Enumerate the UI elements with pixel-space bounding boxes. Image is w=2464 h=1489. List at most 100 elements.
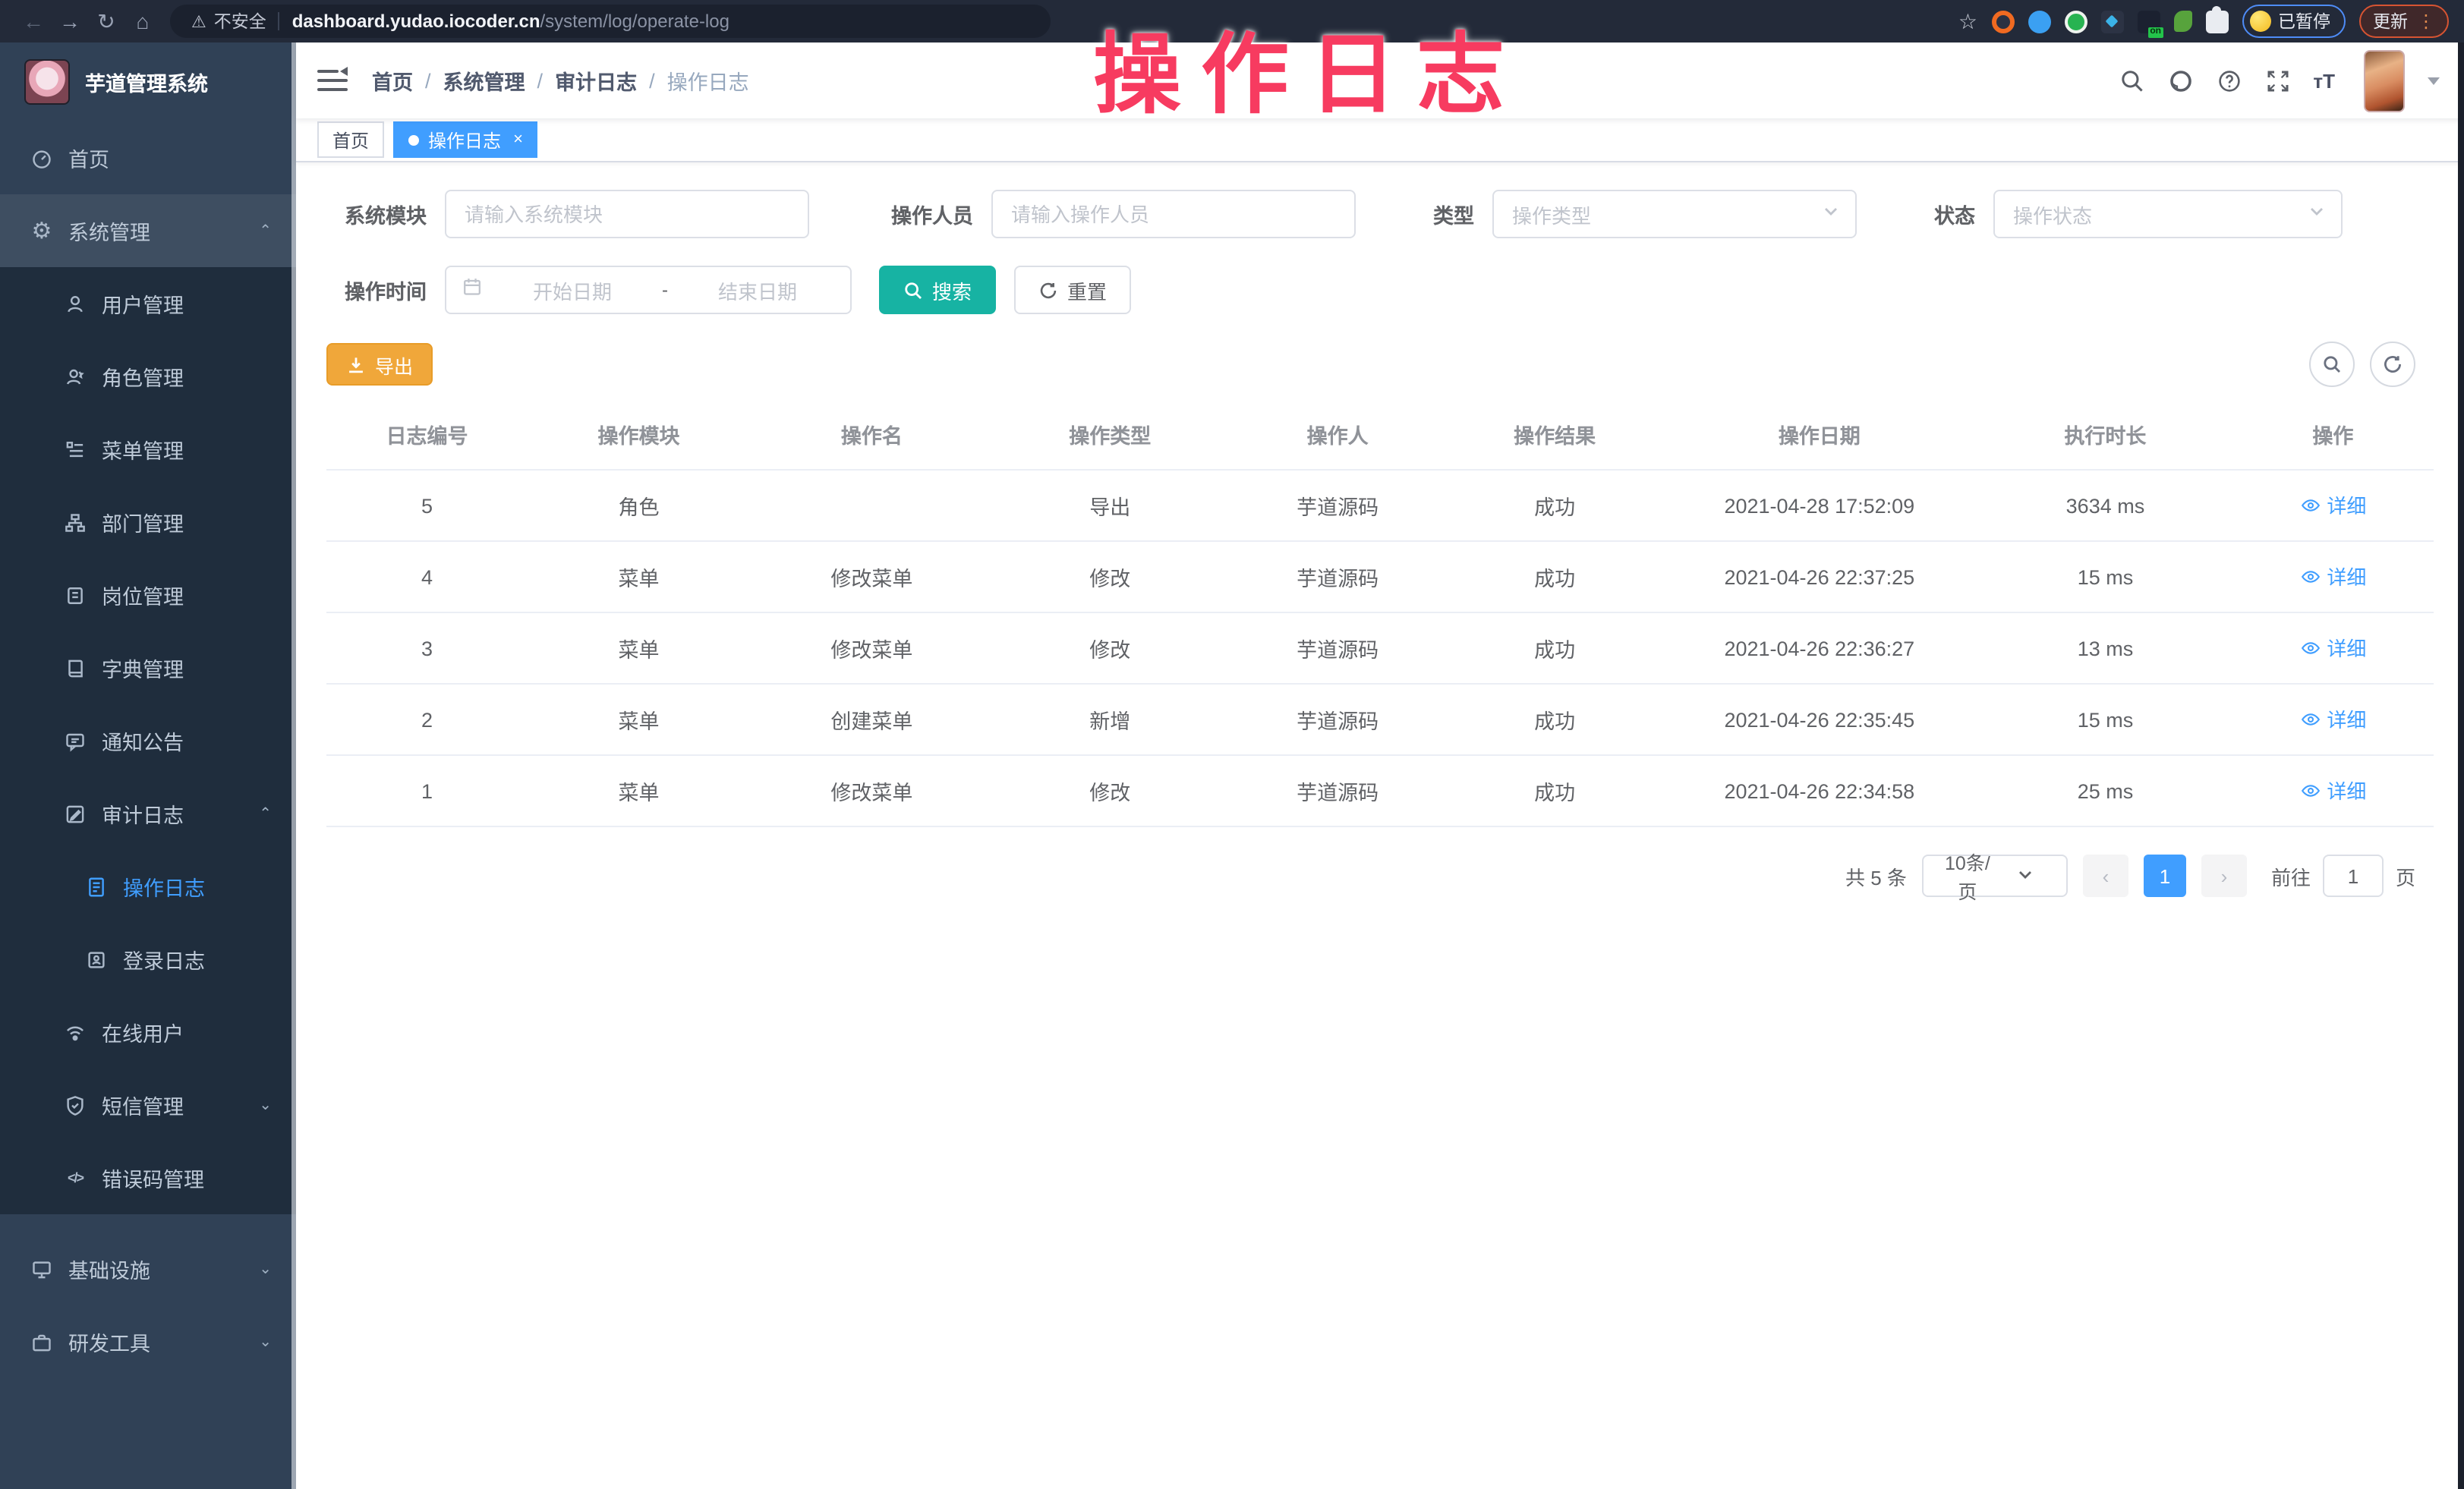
extension-icon-green[interactable]: [2064, 10, 2087, 33]
type-select-placeholder: 操作类型: [1512, 200, 1822, 228]
detail-link[interactable]: 详细: [2299, 562, 2366, 591]
refresh-icon-button[interactable]: [2370, 342, 2415, 387]
start-date-placeholder[interactable]: 开始日期: [495, 275, 650, 304]
sidebar-item-system-mgmt[interactable]: ⚙ 系统管理 ⌃: [0, 194, 296, 267]
detail-link[interactable]: 详细: [2299, 776, 2366, 805]
browser-reload-icon[interactable]: ↻: [88, 8, 124, 34]
sidebar-item-label: 短信管理: [102, 1090, 184, 1120]
sidebar-item-label: 研发工具: [68, 1327, 150, 1357]
extensions-puzzle-icon[interactable]: [2205, 10, 2228, 33]
sidebar-item-home[interactable]: 首页: [0, 121, 296, 194]
chevron-down-icon: [1822, 200, 1840, 228]
sidebar-item-user-mgmt[interactable]: 用户管理: [0, 267, 296, 340]
fullscreen-icon[interactable]: [2264, 68, 2290, 93]
bookmark-star-icon[interactable]: ☆: [1958, 8, 1977, 34]
tag-home[interactable]: 首页: [317, 121, 384, 158]
end-date-placeholder[interactable]: 结束日期: [680, 275, 835, 304]
sidebar-item-infrastructure[interactable]: 基础设施 ⌄: [0, 1232, 296, 1305]
profile-paused-chip[interactable]: 已暂停: [2242, 5, 2346, 38]
table-tools: [2309, 342, 2434, 387]
status-select[interactable]: 操作状态: [1993, 190, 2343, 238]
role-users-icon: [64, 365, 87, 388]
sidebar-item-post-mgmt[interactable]: 岗位管理: [0, 559, 296, 631]
table-row: 4 菜单 修改菜单 修改 芋道源码 成功 2021-04-26 22:37:25…: [326, 541, 2434, 612]
goto-page-input[interactable]: [2323, 855, 2384, 897]
code-icon: </>: [64, 1166, 87, 1189]
sidebar-item-dev-tools[interactable]: 研发工具 ⌄: [0, 1305, 296, 1378]
chevron-down-icon: ⌄: [259, 1097, 272, 1113]
browser-back-icon[interactable]: ←: [15, 9, 52, 33]
browser-home-icon[interactable]: ⌂: [124, 9, 161, 33]
extension-icon-blue-pin[interactable]: [2028, 10, 2050, 33]
browser-menu-kebab-icon[interactable]: ⋮: [2417, 14, 2435, 29]
sidebar-item-dept-mgmt[interactable]: 部门管理: [0, 486, 296, 559]
cell-actions: 详细: [2232, 684, 2434, 755]
sidebar-item-online-users[interactable]: 在线用户: [0, 996, 296, 1069]
sidebar-item-label: 用户管理: [102, 288, 184, 319]
page-size-select[interactable]: 10条/页: [1922, 855, 2068, 897]
cell-duration: 15 ms: [1978, 684, 2232, 755]
table-row: 3 菜单 修改菜单 修改 芋道源码 成功 2021-04-26 22:36:27…: [326, 612, 2434, 684]
export-button[interactable]: 导出: [326, 343, 433, 386]
paused-label: 已暂停: [2278, 9, 2330, 33]
date-range-picker[interactable]: 开始日期 - 结束日期: [445, 266, 852, 314]
app-logo-row[interactable]: 芋道管理系统: [0, 42, 296, 121]
toggle-search-icon-button[interactable]: [2309, 342, 2355, 387]
cell-type: 新增: [994, 684, 1227, 755]
module-input[interactable]: [445, 190, 809, 238]
address-bar[interactable]: ⚠ 不安全 dashboard.yudao.iocoder.cn /system…: [170, 5, 1051, 38]
tag-label: 操作日志: [428, 127, 501, 153]
search-icon[interactable]: [2119, 68, 2144, 93]
extension-icon-orange[interactable]: [1991, 10, 2014, 33]
prev-page-button[interactable]: ‹: [2083, 855, 2128, 897]
app-logo-image: [24, 59, 70, 105]
breadcrumb-system[interactable]: 系统管理: [443, 65, 525, 96]
font-size-icon[interactable]: тT: [2313, 69, 2335, 92]
sidebar-item-label: 字典管理: [102, 653, 184, 683]
not-secure-label[interactable]: 不安全: [214, 9, 266, 33]
tag-close-icon[interactable]: ×: [513, 131, 523, 149]
github-icon[interactable]: [2167, 68, 2193, 93]
cell-operator: 芋道源码: [1227, 470, 1449, 541]
chevron-down-icon: ⌄: [259, 1333, 272, 1350]
detail-link[interactable]: 详细: [2299, 705, 2366, 734]
breadcrumb-home[interactable]: 首页: [372, 65, 413, 96]
sidebar-item-audit-log[interactable]: 审计日志 ⌃: [0, 777, 296, 850]
operator-input[interactable]: [991, 190, 1356, 238]
tag-operate-log[interactable]: 操作日志 ×: [393, 121, 538, 158]
page-scrollbar[interactable]: [2458, 42, 2464, 1489]
extension-dot: [2105, 14, 2118, 27]
sidebar-item-notice[interactable]: 通知公告: [0, 704, 296, 777]
user-avatar[interactable]: [2364, 49, 2405, 112]
search-button[interactable]: 搜索: [879, 266, 996, 314]
sidebar-item-login-log[interactable]: 登录日志: [0, 923, 296, 996]
sidebar-item-errcode-mgmt[interactable]: </> 错误码管理: [0, 1141, 296, 1214]
breadcrumb-audit[interactable]: 审计日志: [555, 65, 637, 96]
url-host: dashboard.yudao.iocoder.cn: [292, 11, 540, 32]
avatar-caret-icon[interactable]: [2428, 77, 2440, 84]
help-icon[interactable]: [2216, 68, 2242, 93]
detail-link[interactable]: 详细: [2299, 491, 2366, 520]
sidebar-collapse-icon[interactable]: [317, 68, 348, 93]
extension-icon-dark-diamond[interactable]: [2100, 10, 2123, 33]
detail-link[interactable]: 详细: [2299, 634, 2366, 663]
sidebar-item-sms-mgmt[interactable]: 短信管理 ⌄: [0, 1069, 296, 1141]
extension-icon-leaf[interactable]: [2173, 11, 2191, 32]
reset-button[interactable]: 重置: [1014, 266, 1131, 314]
org-tree-icon: [64, 511, 87, 534]
extension-icon-tampermonkey[interactable]: on: [2137, 10, 2160, 33]
cell-type: 修改: [994, 755, 1227, 826]
browser-forward-icon[interactable]: →: [52, 9, 88, 33]
chrome-update-button[interactable]: 更新 ⋮: [2359, 5, 2449, 38]
pagination-goto: 前往 页: [2271, 855, 2415, 897]
next-page-button[interactable]: ›: [2201, 855, 2247, 897]
sidebar-item-dict-mgmt[interactable]: 字典管理: [0, 631, 296, 704]
detail-link-label: 详细: [2327, 634, 2366, 663]
sidebar-item-role-mgmt[interactable]: 角色管理: [0, 340, 296, 413]
cell-module: 菜单: [528, 541, 750, 612]
cell-date: 2021-04-28 17:52:09: [1661, 470, 1978, 541]
page-number-1[interactable]: 1: [2144, 855, 2186, 897]
type-select[interactable]: 操作类型: [1492, 190, 1857, 238]
sidebar-item-menu-mgmt[interactable]: 菜单管理: [0, 413, 296, 486]
sidebar-item-operate-log[interactable]: 操作日志: [0, 850, 296, 923]
